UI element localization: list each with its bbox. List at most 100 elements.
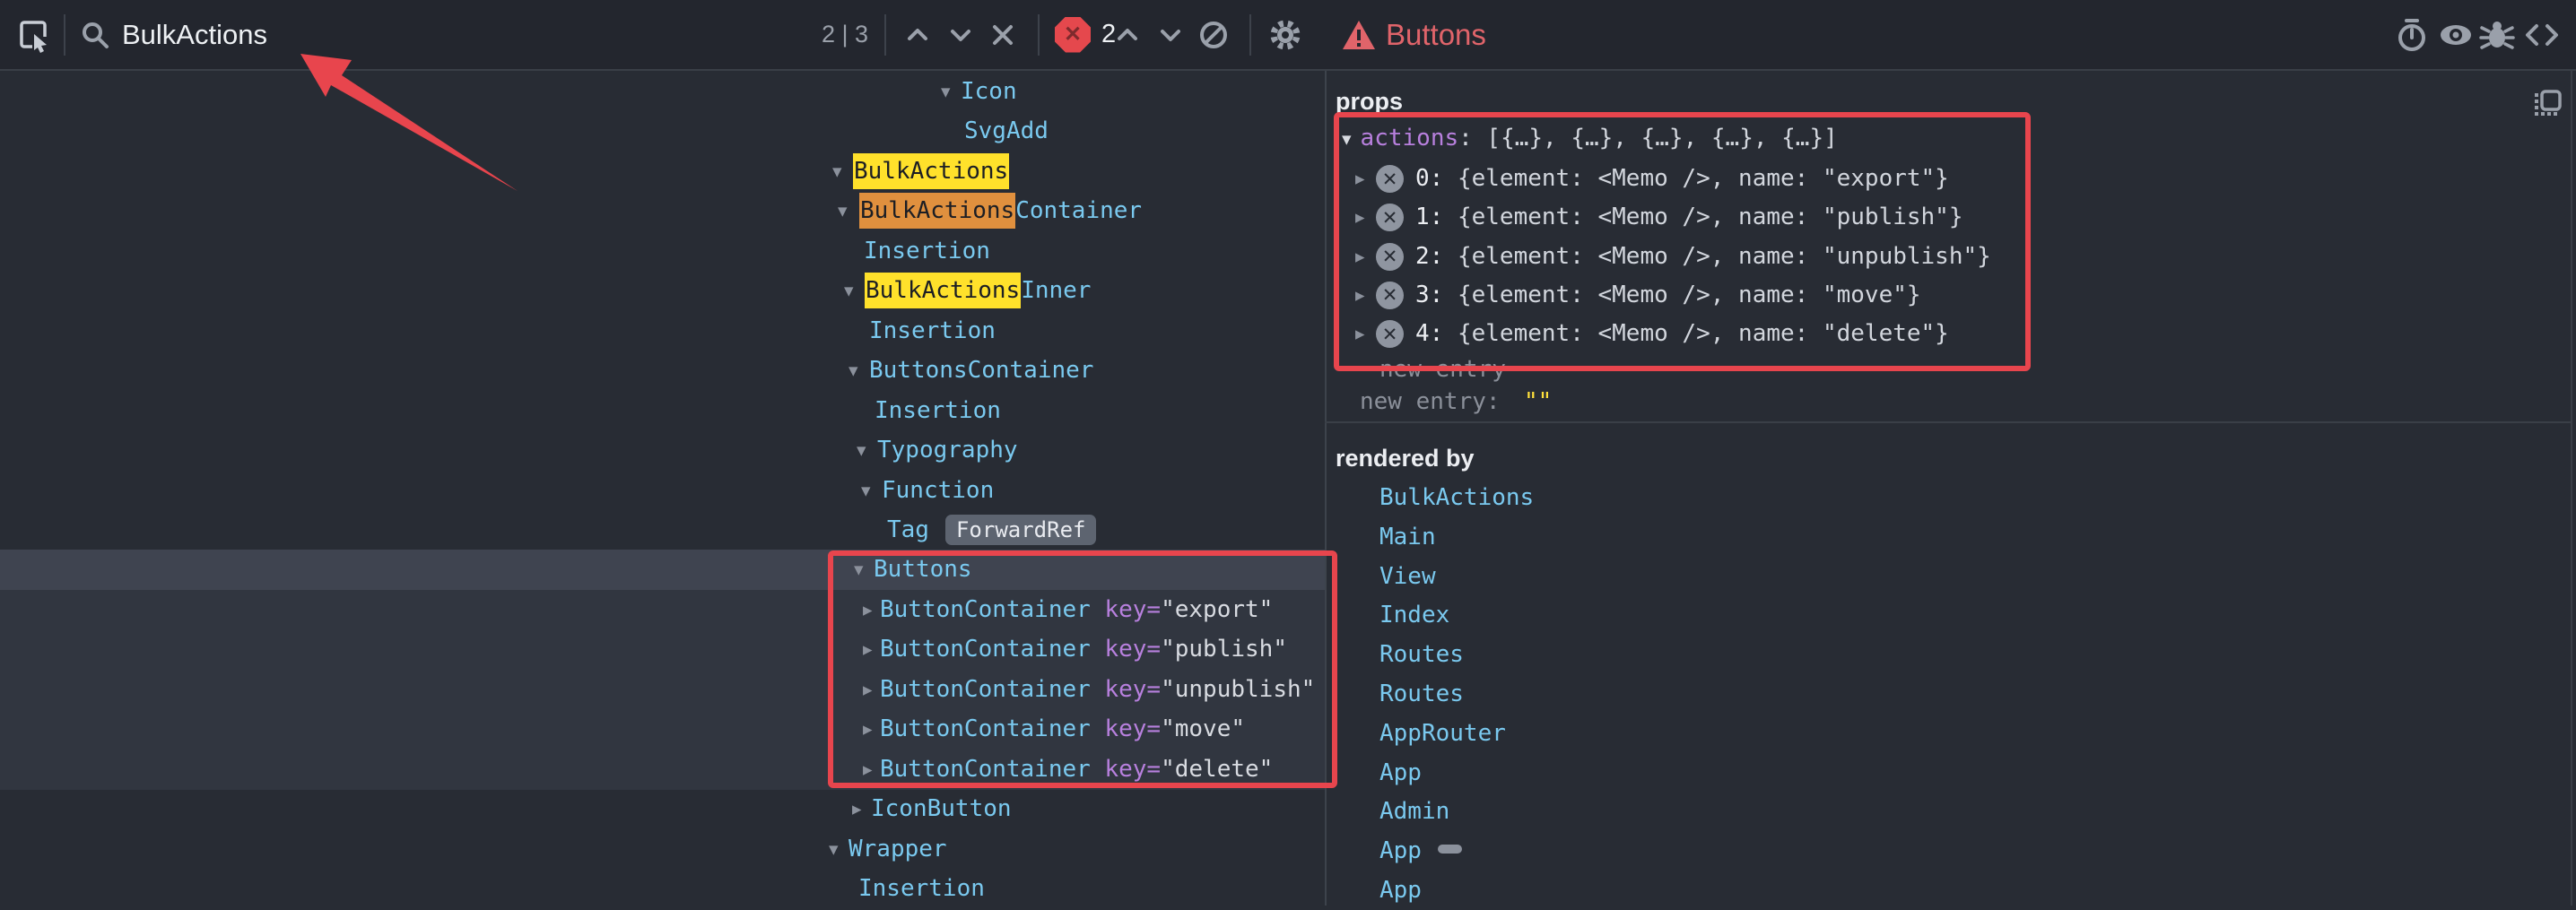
inspect-dom-button[interactable]: [2436, 0, 2476, 69]
rendered-by-item-app-7[interactable]: App: [1379, 753, 1422, 793]
search-input[interactable]: [122, 19, 660, 51]
tree-row-insertion-2[interactable]: Insertion: [0, 311, 1325, 351]
collapse-arrow-icon[interactable]: ▾: [941, 72, 951, 112]
rendered-by-item-index-3[interactable]: Index: [1379, 595, 1449, 635]
expand-arrow-icon[interactable]: ▸: [863, 590, 873, 630]
collapse-arrow-icon[interactable]: ▾: [829, 829, 839, 870]
expand-arrow-icon[interactable]: ▸: [1355, 314, 1365, 353]
search-match-highlight: BulkActions: [853, 153, 1009, 189]
key-attribute: key=: [1091, 756, 1161, 783]
component-name-text: ButtonContainer: [880, 636, 1091, 663]
tree-row-insertion-1[interactable]: Insertion: [0, 231, 1325, 272]
delete-entry-button[interactable]: ✕: [1376, 320, 1404, 348]
collapse-arrow-icon[interactable]: ▾: [832, 152, 842, 192]
rendered-by-item-admin-8[interactable]: Admin: [1379, 792, 1449, 831]
prop-row-action-1[interactable]: ▸✕1: {element: <Memo />, name: "publish"…: [1327, 197, 2576, 237]
previous-result-button[interactable]: [904, 0, 931, 69]
inspected-element-panel: props ▾actions: [{…}, {…}, {…}, {…}, {…}…: [1325, 71, 2576, 906]
prop-row-action-3[interactable]: ▸✕3: {element: <Memo />, name: "move"}: [1327, 275, 2576, 315]
rendered-by-item-routes-4[interactable]: Routes: [1379, 635, 1464, 674]
expand-arrow-icon[interactable]: ▸: [863, 629, 873, 670]
tree-row-typography[interactable]: ▾Typography: [0, 430, 1325, 471]
expand-arrow-icon[interactable]: ▸: [863, 750, 873, 790]
rendered-by-item-bulkactions-0[interactable]: BulkActions: [1379, 478, 1534, 517]
expand-arrow-icon[interactable]: ▸: [1355, 159, 1365, 198]
rendered-by-item-app-10[interactable]: App: [1379, 871, 1422, 910]
tree-row-iconbutton[interactable]: ▸IconButton: [0, 789, 1325, 829]
tree-row-function[interactable]: ▾Function: [0, 471, 1325, 511]
collapse-arrow-icon[interactable]: ▾: [857, 430, 866, 471]
delete-entry-button[interactable]: ✕: [1376, 282, 1404, 309]
debug-button[interactable]: [2477, 0, 2517, 69]
stopwatch-icon: [2393, 16, 2431, 54]
clear-search-button[interactable]: [988, 0, 1017, 69]
collapse-arrow-icon[interactable]: ▾: [861, 471, 871, 511]
expand-arrow-icon[interactable]: ▸: [1355, 197, 1365, 237]
next-result-button[interactable]: [947, 0, 974, 69]
tree-row-buttoncontainer-publish[interactable]: ▸ButtonContainer key="publish": [0, 629, 1325, 670]
rendered-by-item-app-9[interactable]: App: [1379, 831, 1462, 871]
collapse-arrow-icon[interactable]: ▾: [1342, 128, 1352, 150]
new-entry-row-props[interactable]: new entry: "": [1327, 382, 2576, 421]
rendered-by-item-main-1[interactable]: Main: [1379, 517, 1436, 557]
rendered-by-item-routes-5[interactable]: Routes: [1379, 674, 1464, 714]
hoc-badge: ForwardRef: [945, 515, 1097, 545]
copy-props-button[interactable]: [2532, 89, 2563, 119]
prop-row-action-4[interactable]: ▸✕4: {element: <Memo />, name: "delete"}: [1327, 314, 2576, 353]
component-name-text: Container: [1015, 197, 1142, 224]
prop-row-action-0[interactable]: ▸✕0: {element: <Memo />, name: "export"}: [1327, 159, 2576, 198]
component-name: SvgAdd: [964, 111, 1049, 152]
key-attribute: key=: [1091, 596, 1161, 623]
delete-entry-button[interactable]: ✕: [1376, 204, 1404, 231]
tree-row-buttonscontainer[interactable]: ▾ButtonsContainer: [0, 351, 1325, 391]
error-count-badge: ✕ 2: [1055, 0, 1116, 69]
tree-row-insertion-4[interactable]: Insertion: [0, 869, 1325, 909]
owner-component-name: App: [1379, 877, 1422, 904]
suspend-toggle-button[interactable]: [2393, 0, 2431, 69]
prop-row-action-2[interactable]: ▸✕2: {element: <Memo />, name: "unpublis…: [1327, 237, 2576, 276]
tree-row-buttoncontainer-unpublish[interactable]: ▸ButtonContainer key="unpublish": [0, 670, 1325, 710]
collapse-arrow-icon[interactable]: ▾: [838, 191, 848, 231]
expand-arrow-icon[interactable]: ▸: [1355, 275, 1365, 315]
collapse-arrow-icon[interactable]: ▾: [849, 351, 858, 391]
collapse-arrow-icon[interactable]: ▾: [844, 271, 854, 311]
delete-entry-button[interactable]: ✕: [1376, 243, 1404, 271]
tree-row-buttons[interactable]: ▾Buttons: [0, 550, 1325, 590]
rendered-by-item-approuter-6[interactable]: AppRouter: [1379, 714, 1506, 753]
tree-row-buttoncontainer-move[interactable]: ▸ButtonContainer key="move": [0, 709, 1325, 750]
suppress-errors-button[interactable]: [1197, 0, 1231, 69]
tree-row-buttoncontainer-export[interactable]: ▸ButtonContainer key="export": [0, 590, 1325, 630]
component-name: ButtonContainer key="delete": [880, 750, 1273, 790]
delete-entry-button[interactable]: ✕: [1376, 165, 1404, 193]
tree-row-insertion-3[interactable]: Insertion: [0, 391, 1325, 431]
prop-row-actions[interactable]: ▾actions: [{…}, {…}, {…}, {…}, {…}]: [1327, 118, 2576, 158]
new-entry-value-input[interactable]: "": [1524, 382, 1552, 421]
key-value: "publish": [1161, 636, 1287, 663]
expand-arrow-icon[interactable]: ▸: [863, 709, 873, 750]
expand-arrow-icon[interactable]: ▸: [1355, 237, 1365, 276]
previous-error-button[interactable]: [1114, 0, 1141, 69]
prop-value: {element: <Memo />, name: "unpublish"}: [1458, 243, 1991, 270]
tree-row-buttoncontainer-delete[interactable]: ▸ButtonContainer key="delete": [0, 750, 1325, 790]
next-error-button[interactable]: [1157, 0, 1184, 69]
tree-row-bulkactionscontainer[interactable]: ▾BulkActionsContainer: [0, 191, 1325, 231]
component-name-text: ButtonContainer: [880, 756, 1091, 783]
settings-button[interactable]: [1266, 0, 1304, 69]
tree-row-svgadd[interactable]: SvgAdd: [0, 111, 1325, 152]
component-tree-panel: ▾IconSvgAdd▾BulkActions▾BulkActionsConta…: [0, 71, 1325, 906]
toolbar-separator: [1038, 14, 1040, 56]
expand-arrow-icon[interactable]: ▸: [863, 670, 873, 710]
tree-row-bulkactions[interactable]: ▾ BulkActions: [0, 152, 1325, 192]
rendered-by-item-view-2[interactable]: View: [1379, 557, 1436, 596]
new-entry-label[interactable]: new entry:: [1360, 382, 1514, 421]
expand-arrow-icon[interactable]: ▸: [852, 789, 862, 829]
search-match-highlight: BulkActions: [865, 273, 1021, 308]
tree-row-icon[interactable]: ▾Icon: [0, 72, 1325, 112]
inspect-element-button[interactable]: [14, 0, 52, 69]
tree-row-wrapper[interactable]: ▾Wrapper: [0, 829, 1325, 870]
tree-row-bulkactionsinner[interactable]: ▾BulkActionsInner: [0, 271, 1325, 311]
tree-row-tag[interactable]: TagForwardRef: [0, 510, 1325, 550]
view-source-button[interactable]: [2522, 0, 2562, 69]
collapse-arrow-icon[interactable]: ▾: [854, 550, 864, 590]
scrollbar-track[interactable]: [2571, 71, 2572, 906]
